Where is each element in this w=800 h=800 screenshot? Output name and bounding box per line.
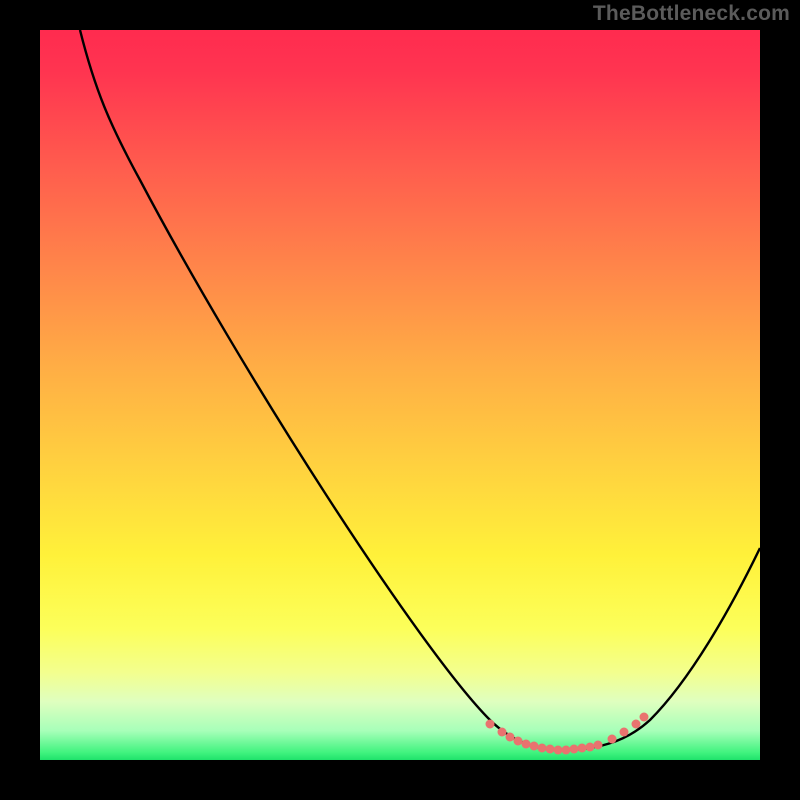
plot-area bbox=[40, 30, 760, 760]
chart-container: TheBottleneck.com bbox=[0, 0, 800, 800]
attribution-label: TheBottleneck.com bbox=[593, 2, 790, 26]
bottleneck-curve bbox=[40, 30, 760, 760]
valley-markers bbox=[486, 713, 649, 755]
curve-path bbox=[80, 30, 760, 750]
